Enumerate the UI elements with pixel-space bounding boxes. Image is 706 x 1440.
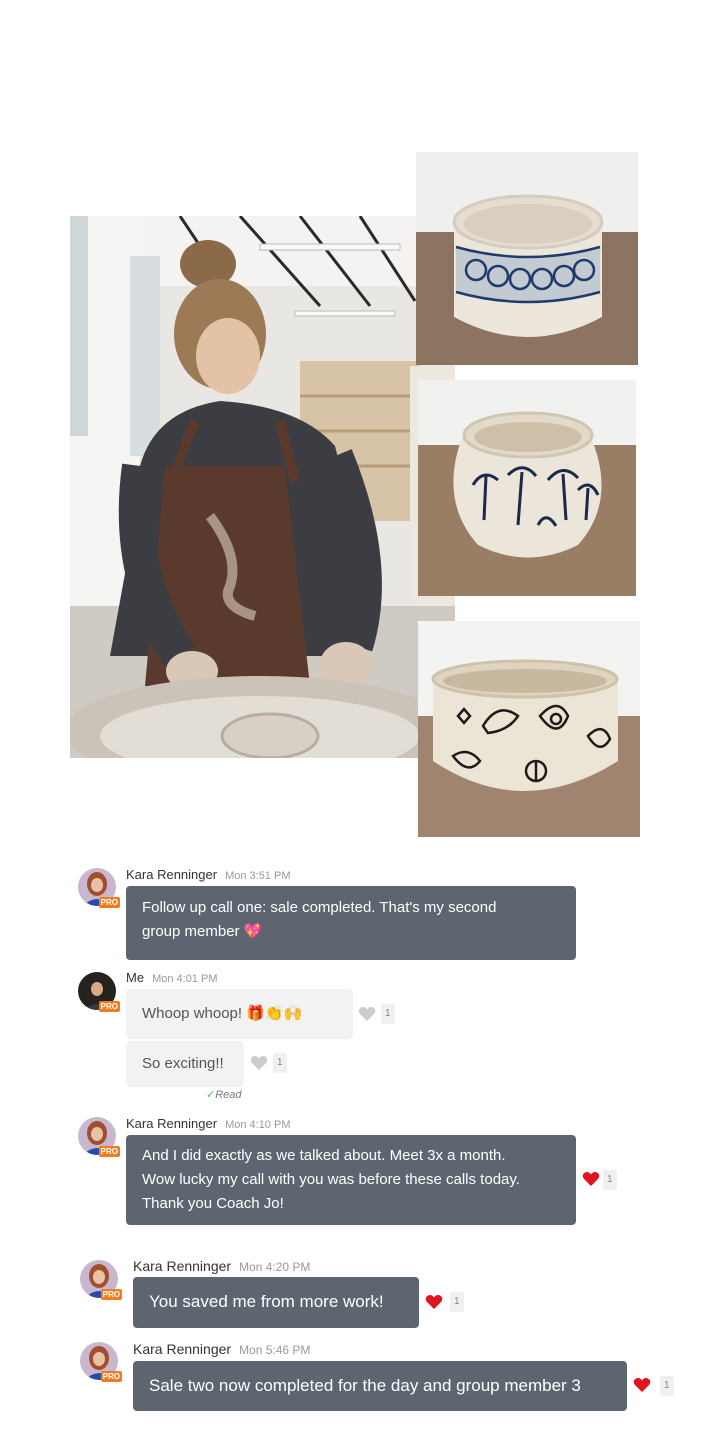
message-line: Thank you Coach Jo! (142, 1195, 284, 1212)
pottery-bowl-photo (416, 152, 638, 365)
message-header: Kara Renninger Mon 4:10 PM (126, 1116, 290, 1131)
message-line: Whoop whoop! 🎁👏🙌 (142, 1002, 337, 1026)
like-count: 1 (603, 1170, 617, 1190)
pro-badge: PRO (100, 1289, 122, 1300)
sparkling-heart-emoji: 💖 (243, 923, 263, 941)
heart-icon[interactable] (425, 1294, 443, 1310)
avatar[interactable]: PRO (80, 1260, 122, 1300)
message-bubble[interactable]: Whoop whoop! 🎁👏🙌 (126, 989, 353, 1039)
message-bubble[interactable]: So exciting!! (126, 1041, 244, 1087)
sender-name: Kara Renninger (133, 1341, 232, 1357)
like-count: 1 (381, 1004, 395, 1024)
celebration-emoji: 🎁👏🙌 (246, 1005, 303, 1023)
sender-name: Me (126, 970, 145, 985)
message-header: Me Mon 4:01 PM (126, 970, 217, 985)
heart-icon[interactable] (250, 1055, 268, 1071)
like-count: 1 (450, 1292, 464, 1312)
message-bubble[interactable]: Sale two now completed for the day and g… (133, 1361, 627, 1411)
message-line: And I did exactly as we talked about. Me… (142, 1147, 506, 1164)
sender-name: Kara Renninger (126, 867, 218, 882)
sender-name: Kara Renninger (126, 1116, 218, 1131)
pro-badge: PRO (98, 1001, 120, 1012)
message-timestamp: Mon 5:46 PM (239, 1343, 311, 1357)
pottery-studio-photo (70, 216, 455, 758)
message-bubble[interactable]: Follow up call one: sale completed. That… (126, 886, 576, 960)
like-count: 1 (273, 1053, 287, 1073)
message-line: So exciting!! (142, 1055, 224, 1072)
message-line: group member 💖 (142, 920, 560, 944)
pro-badge: PRO (100, 1371, 122, 1382)
heart-icon[interactable] (633, 1377, 651, 1393)
check-icon: ✓ (206, 1089, 216, 1101)
message-timestamp: Mon 3:51 PM (225, 870, 291, 882)
message-bubble[interactable]: And I did exactly as we talked about. Me… (126, 1135, 576, 1225)
pro-badge: PRO (98, 1146, 120, 1157)
heart-icon[interactable] (582, 1171, 600, 1187)
avatar[interactable]: PRO (78, 972, 120, 1012)
message-header: Kara Renninger Mon 5:46 PM (133, 1341, 310, 1357)
mushroom-bowl-photo (418, 380, 636, 596)
message-timestamp: Mon 4:20 PM (239, 1260, 311, 1274)
message-header: Kara Renninger Mon 3:51 PM (126, 867, 290, 882)
like-count: 1 (660, 1376, 674, 1396)
sender-name: Kara Renninger (133, 1258, 232, 1274)
message-timestamp: Mon 4:01 PM (152, 973, 218, 985)
doodle-bowl-photo (418, 621, 640, 837)
heart-icon[interactable] (358, 1006, 376, 1022)
pro-badge: PRO (98, 897, 120, 908)
message-line: You saved me from more work! (149, 1292, 384, 1311)
avatar[interactable]: PRO (80, 1342, 122, 1382)
message-bubble[interactable]: You saved me from more work! (133, 1277, 419, 1328)
message-line: Follow up call one: sale completed. That… (142, 899, 497, 916)
avatar[interactable]: PRO (78, 1117, 120, 1157)
read-receipt: ✓Read (206, 1089, 242, 1101)
message-line: Sale two now completed for the day and g… (149, 1376, 581, 1395)
message-header: Kara Renninger Mon 4:20 PM (133, 1258, 310, 1274)
message-line: Wow lucky my call with you was before th… (142, 1171, 520, 1188)
message-timestamp: Mon 4:10 PM (225, 1119, 291, 1131)
avatar[interactable]: PRO (78, 868, 120, 908)
